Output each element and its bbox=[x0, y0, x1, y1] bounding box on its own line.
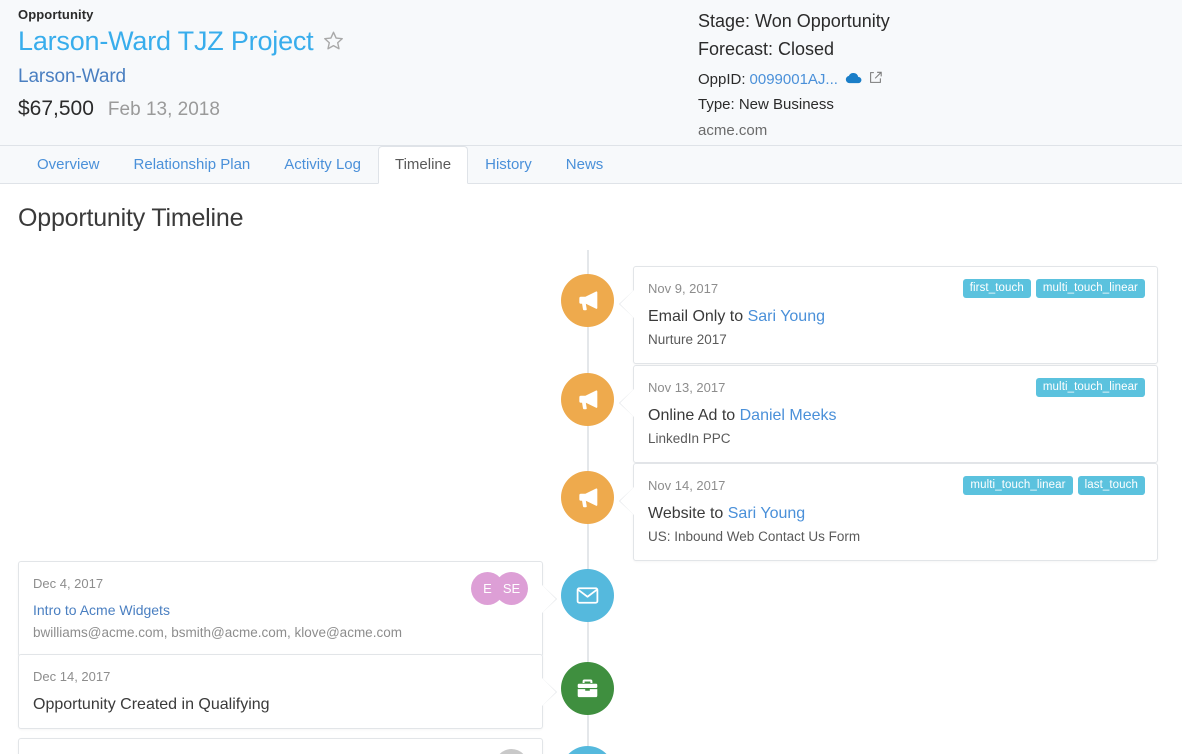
timeline-node-megaphone-icon[interactable] bbox=[561, 274, 614, 327]
header-left-block: Opportunity Larson-Ward TJZ Project Lars… bbox=[18, 7, 344, 121]
tab-news[interactable]: News bbox=[549, 146, 621, 184]
megaphone-icon bbox=[575, 485, 601, 511]
card-main-text: Email Only to Sari Young bbox=[648, 306, 1143, 328]
timeline-node-briefcase-icon[interactable] bbox=[561, 662, 614, 715]
stage-text: Stage: Won Opportunity bbox=[698, 11, 890, 31]
attribution-tag-group: multi_touch_linear bbox=[1035, 378, 1145, 397]
timeline-node-megaphone-icon[interactable] bbox=[561, 471, 614, 524]
header-right-block: Stage: Won Opportunity Forecast: Closed … bbox=[698, 8, 890, 142]
card-subtext: bwilliams@acme.com, bsmith@acme.com, klo… bbox=[33, 625, 402, 641]
page-title: Opportunity Timeline bbox=[18, 204, 244, 232]
card-subtext: Nurture 2017 bbox=[648, 332, 727, 348]
megaphone-icon bbox=[575, 387, 601, 413]
timeline-card[interactable]: Dec 15, 2017DR bbox=[18, 738, 543, 754]
card-subject-link[interactable]: Intro to Acme Widgets bbox=[33, 601, 528, 621]
card-main-prefix: Opportunity Created in Qualifying bbox=[33, 695, 270, 713]
opportunity-type: Type: New Business bbox=[698, 96, 834, 114]
account-name-link[interactable]: Larson-Ward bbox=[18, 66, 344, 88]
attribution-tag[interactable]: last_touch bbox=[1077, 476, 1145, 495]
timeline-card[interactable]: Dec 14, 2017 Opportunity Created in Quali… bbox=[18, 654, 557, 730]
card-subtext: US: Inbound Web Contact Us Form bbox=[648, 529, 861, 545]
timeline-node-envelope-icon[interactable] bbox=[561, 746, 614, 754]
oppid-row: OppID: 0099001AJ... bbox=[698, 69, 890, 92]
amount-date-row: $67,500 Feb 13, 2018 bbox=[18, 97, 344, 121]
attribution-tag[interactable]: first_touch bbox=[962, 279, 1031, 298]
tab-timeline[interactable]: Timeline bbox=[377, 146, 469, 184]
opportunity-amount: $67,500 bbox=[18, 96, 94, 120]
tab-overview[interactable]: Overview bbox=[20, 146, 117, 184]
main-content: Opportunity Timeline Nov 9, 2017 Email On… bbox=[0, 184, 1182, 754]
card-main-prefix: Email Only to bbox=[648, 307, 748, 325]
attribution-tag-group: first_touch multi_touch_linear bbox=[962, 279, 1145, 298]
star-outline-icon[interactable] bbox=[323, 30, 344, 56]
tab-relationship-plan[interactable]: Relationship Plan bbox=[117, 146, 268, 184]
opportunity-header: Opportunity Larson-Ward TJZ Project Lars… bbox=[0, 0, 1182, 146]
attribution-tag[interactable]: multi_touch_linear bbox=[1035, 378, 1145, 397]
tab-bar: Overview Relationship Plan Activity Log Tim… bbox=[0, 146, 1182, 184]
card-date: Dec 4, 2017 bbox=[33, 576, 104, 591]
oppid-value-link[interactable]: 0099001AJ... bbox=[750, 69, 838, 92]
card-main-text: Online Ad to Daniel Meeks bbox=[648, 405, 1143, 427]
card-contact-link[interactable]: Daniel Meeks bbox=[740, 407, 837, 424]
card-main-text: Website to Sari Young bbox=[648, 503, 1143, 525]
card-contact-link[interactable]: Sari Young bbox=[728, 505, 805, 522]
briefcase-icon bbox=[575, 676, 600, 701]
card-main-prefix: Website to bbox=[648, 504, 728, 522]
avatar-group: DR bbox=[495, 749, 528, 754]
card-date: Dec 15, 2017 bbox=[33, 751, 528, 754]
record-type-label: Opportunity bbox=[18, 7, 94, 22]
avatar[interactable]: DR bbox=[495, 749, 528, 754]
timeline-container: Nov 9, 2017 Email Only to Sari Young Nurtu… bbox=[0, 250, 1182, 754]
timeline-node-envelope-icon[interactable] bbox=[561, 569, 614, 622]
oppid-label: OppID: bbox=[698, 70, 746, 88]
attribution-tag-group: multi_touch_linear last_touch bbox=[963, 476, 1145, 495]
external-link-icon[interactable] bbox=[869, 69, 882, 92]
timeline-card[interactable]: Nov 9, 2017 Email Only to Sari Young Nurtu… bbox=[619, 266, 1158, 364]
cloud-icon[interactable] bbox=[845, 69, 862, 92]
card-main-text: Opportunity Created in Qualifying bbox=[33, 694, 528, 716]
attribution-tag[interactable]: multi_touch_linear bbox=[963, 476, 1073, 495]
timeline-card[interactable]: Dec 4, 2017 Intro to Acme Widgets bwilliam… bbox=[18, 561, 557, 657]
forecast-text: Forecast: Closed bbox=[698, 38, 835, 59]
tab-activity-log[interactable]: Activity Log bbox=[267, 146, 378, 184]
opportunity-close-date: Feb 13, 2018 bbox=[107, 98, 220, 120]
timeline-card[interactable]: Nov 13, 2017 Online Ad to Daniel Meeks Lin… bbox=[619, 365, 1158, 463]
timeline-card[interactable]: Nov 14, 2017 Website to Sari Young US: Inb… bbox=[619, 463, 1158, 561]
envelope-icon bbox=[575, 583, 600, 608]
card-contact-link[interactable]: Sari Young bbox=[748, 308, 825, 325]
attribution-tag[interactable]: multi_touch_linear bbox=[1035, 279, 1145, 298]
card-subtext: LinkedIn PPC bbox=[648, 431, 731, 447]
tab-history[interactable]: History bbox=[468, 146, 549, 184]
megaphone-icon bbox=[575, 288, 601, 314]
opportunity-title-link[interactable]: Larson-Ward TJZ Project bbox=[18, 26, 314, 57]
timeline-node-megaphone-icon[interactable] bbox=[561, 373, 614, 426]
title-row: Larson-Ward TJZ Project bbox=[18, 26, 344, 57]
account-domain: acme.com bbox=[698, 121, 768, 139]
card-date: Dec 14, 2017 bbox=[33, 669, 111, 684]
avatar-group: E SE bbox=[471, 572, 528, 605]
card-main-prefix: Online Ad to bbox=[648, 406, 740, 424]
avatar[interactable]: SE bbox=[495, 572, 528, 605]
